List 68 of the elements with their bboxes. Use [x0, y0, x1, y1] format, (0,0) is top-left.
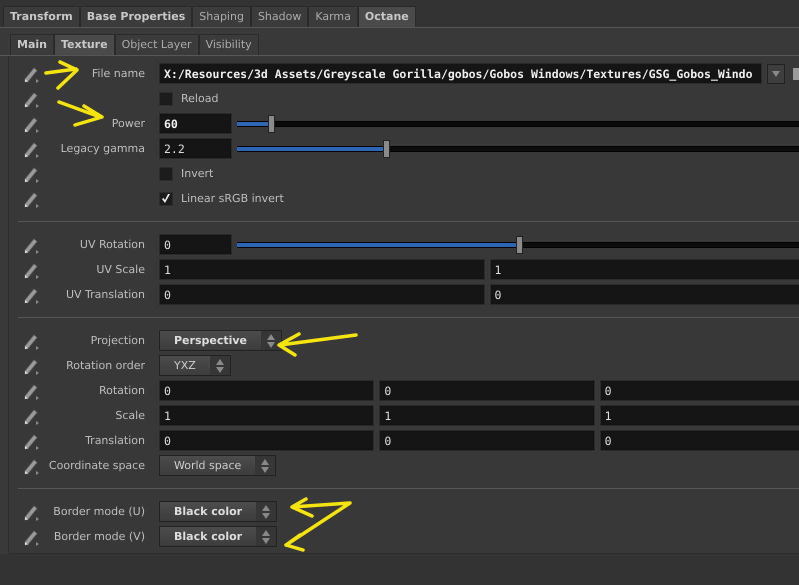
parameter-label: Translation	[84, 434, 145, 447]
caret-icon	[772, 70, 780, 76]
value-field[interactable]: 2.2	[159, 138, 232, 159]
dropdown-menu[interactable]: YXZ	[159, 355, 231, 376]
parameter-label: Scale	[114, 409, 145, 422]
value-field[interactable]: 1	[600, 405, 799, 426]
up-down-arrows-icon	[262, 530, 270, 544]
up-down-arrows-icon	[216, 358, 224, 372]
value-field[interactable]: 60	[159, 113, 232, 134]
checkbox-label: Invert	[181, 167, 214, 180]
value-field[interactable]: 0	[159, 430, 374, 451]
parameter-label: Rotation	[98, 384, 145, 397]
tab[interactable]: Texture	[54, 34, 115, 55]
slider[interactable]	[237, 236, 799, 254]
parameter-label: File name	[90, 67, 145, 80]
parameter-label: UV Rotation	[78, 238, 145, 251]
value-field[interactable]: 1	[159, 405, 374, 426]
up-down-arrows-icon	[261, 458, 270, 472]
slider[interactable]	[237, 114, 799, 132]
dropdown-menu[interactable]: Perspective	[159, 330, 282, 351]
parameter-label: UV Translation	[64, 288, 145, 301]
value-field[interactable]: 0	[600, 380, 799, 401]
slider-handle[interactable]	[268, 114, 275, 132]
tab[interactable]: Main	[10, 34, 54, 55]
value-field[interactable]: 1	[159, 259, 484, 280]
tab[interactable]: Shaping	[192, 6, 251, 27]
checkbox-label: Linear sRGB invert	[181, 192, 284, 205]
file-path-field[interactable]: X:/Resources/3d Assets/Greyscale Gorilla/gobos/Gobos Windows/Textures/GSG_Gobos_Windo	[159, 63, 762, 84]
tab[interactable]: Shadow	[250, 6, 308, 27]
parameter-label: Projection	[90, 334, 145, 347]
tab[interactable]: Karma	[308, 6, 358, 27]
dropdown-button[interactable]	[767, 64, 785, 84]
parameter-label: Rotation order	[65, 359, 145, 372]
value-field[interactable]: 0	[490, 284, 799, 305]
dropdown-menu[interactable]: World space	[159, 455, 276, 476]
parameter-label: Legacy gamma	[60, 142, 145, 155]
value-field[interactable]: 0	[379, 430, 595, 451]
tab[interactable]: Octane	[358, 6, 416, 27]
value-field[interactable]: 0	[600, 430, 799, 451]
slider-handle[interactable]	[516, 236, 524, 254]
dropdown-menu[interactable]: Black color	[159, 501, 278, 522]
value-field[interactable]: 0	[379, 380, 595, 401]
value-field[interactable]: 0	[159, 380, 374, 401]
tab[interactable]: Object Layer	[114, 34, 199, 55]
parameter-label: Coordinate space	[48, 459, 145, 472]
value-field[interactable]: 0	[159, 284, 484, 305]
checkbox[interactable]	[159, 166, 173, 180]
arrow-annotation	[57, 100, 104, 127]
tab[interactable]: Transform	[3, 6, 80, 27]
arrow-annotation	[44, 60, 79, 90]
slider-handle[interactable]	[383, 140, 390, 158]
value-field[interactable]: 1	[490, 259, 799, 280]
arrow-annotation	[284, 497, 352, 552]
parameter-label: Border mode (U)	[52, 505, 145, 518]
up-down-arrows-icon	[262, 504, 270, 518]
value-field[interactable]: 1	[379, 405, 595, 426]
up-down-arrows-icon	[267, 334, 276, 348]
value-field[interactable]: 0	[159, 234, 232, 255]
parameter-label: UV Scale	[95, 263, 145, 276]
tab[interactable]: Base Properties	[80, 6, 192, 27]
dropdown-menu[interactable]: Black color	[159, 526, 278, 547]
tab[interactable]: Visibility	[198, 34, 259, 55]
checkbox[interactable]	[159, 92, 173, 106]
checkbox[interactable]	[159, 192, 173, 206]
slider[interactable]	[237, 140, 799, 158]
parameter-label: Power	[110, 117, 145, 130]
parameter-label: Border mode (V)	[52, 530, 145, 543]
checkbox-label: Reload	[181, 92, 218, 105]
